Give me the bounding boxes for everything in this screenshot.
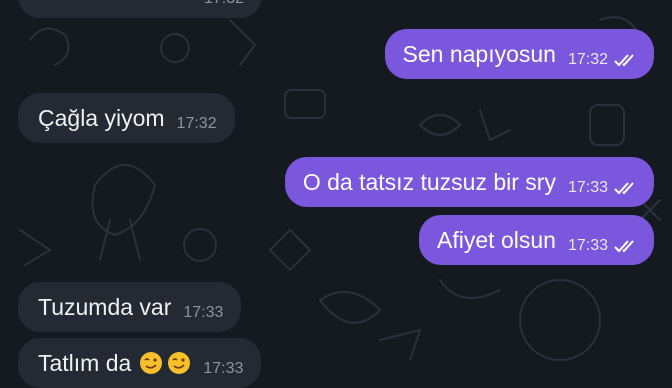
message-bubble-incoming[interactable]: Çağla yiyom 17:32 [18,93,235,143]
message-bubble-incoming[interactable]: Tuzumda var 17:33 [18,282,242,332]
message-text: Çağla yiyom [38,104,165,131]
message-text: O da tatsız tuzsuz bir sry [302,168,556,195]
message-bubble-outgoing[interactable]: Sen napıyosun 17:32 [384,29,654,79]
winking-face-emoji-icon [168,352,191,374]
message-text: Afiyet olsun [437,226,556,253]
message-text: Tatlım da [38,349,132,376]
double-check-icon [614,182,634,195]
message-time: 17:33 [567,179,608,196]
double-check-icon [614,240,634,253]
message-time: 17:33 [567,237,608,254]
winking-face-emoji-icon [140,352,163,374]
message-bubble-outgoing[interactable]: O da tatsız tuzsuz bir sry 17:33 [284,157,654,207]
double-check-icon [614,54,634,67]
message-time: 17:32 [567,51,608,68]
message-bubble-outgoing[interactable]: Afiyet olsun 17:33 [419,215,654,265]
message-text: Tuzumda var [38,293,172,320]
message-bubble-incoming[interactable]: Tatlım da 17:33 [18,338,262,388]
message-time: 17:33 [203,360,244,377]
message-time: 17:33 [183,304,224,321]
message-time: 17:32 [204,0,244,8]
message-text: Sen napıyosun [402,40,556,67]
message-bubble-incoming-clipped[interactable]: 17:32 [18,0,262,18]
message-time: 17:32 [176,115,217,132]
